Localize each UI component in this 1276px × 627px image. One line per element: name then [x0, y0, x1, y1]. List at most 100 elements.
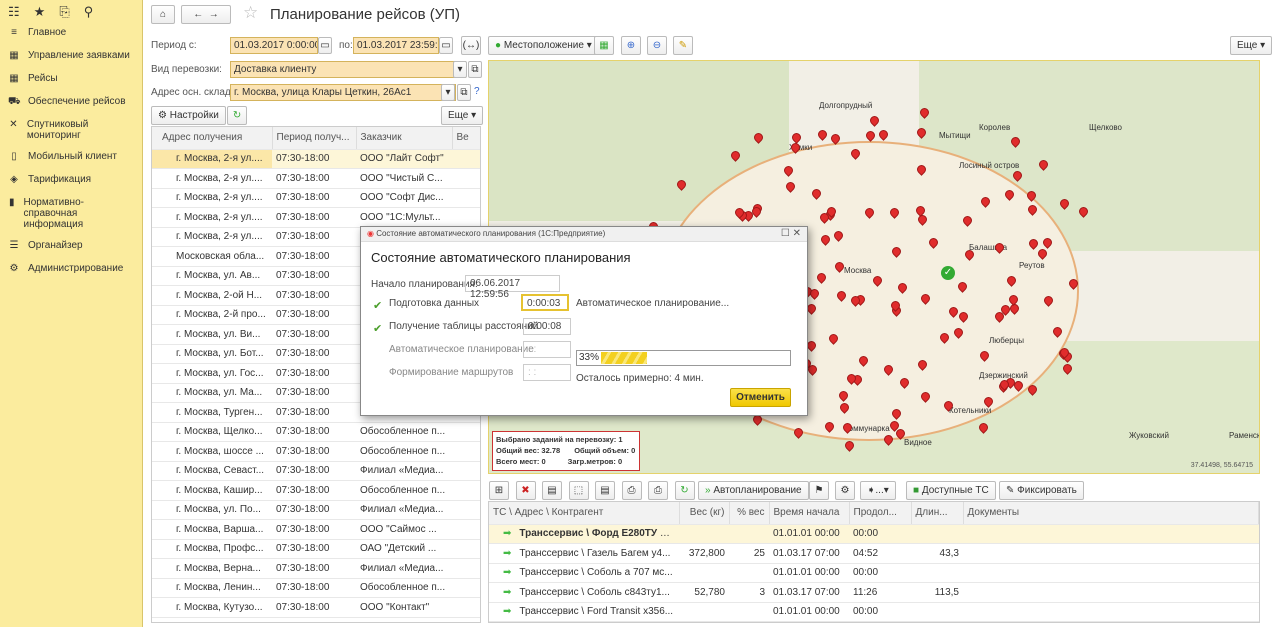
- map-pin-icon[interactable]: [815, 128, 829, 141]
- doc2-button[interactable]: ⎙: [648, 481, 668, 500]
- doc-button[interactable]: ⎙: [621, 481, 642, 500]
- table-row[interactable]: ➡ Транссервис \ Соболь а 707 мс... 01.01.0…: [489, 563, 1259, 583]
- table-row[interactable]: г. Москва, ул. По... 07:30-18:00 Филиал «М…: [152, 500, 480, 520]
- refresh-button[interactable]: ↻: [674, 481, 695, 500]
- select-button[interactable]: ⬚: [568, 481, 589, 500]
- sidebar-item[interactable]: ⛟ Обеспечение рейсов: [0, 91, 142, 114]
- map-pin-icon[interactable]: [867, 114, 881, 128]
- column-header[interactable]: Продол...: [849, 502, 912, 525]
- sidebar-item[interactable]: ▮ Нормативно-справочная информация: [0, 192, 142, 235]
- nav-back-forward[interactable]: ← →: [181, 5, 231, 24]
- star-icon[interactable]: ★: [34, 4, 46, 19]
- calculator-button[interactable]: ▤: [542, 481, 562, 500]
- sidebar-item[interactable]: ≡ Главное: [0, 22, 142, 45]
- sidebar-item[interactable]: ▦ Управление заявками: [0, 45, 142, 68]
- sidebar: ☷ ★ ⎘ ⚲ ≡ Главное ▦ Управление заявками ▦ Рейсы ⛟…: [0, 0, 143, 627]
- table-row[interactable]: г. Москва, 2-я ул.... 07:30-18:00 ООО "Соф…: [152, 188, 480, 208]
- period-to-field[interactable]: 01.03.2017 23:59:59: [353, 37, 439, 54]
- table-row[interactable]: г. Москва, Щелко... 07:30-18:00 Обособленн…: [152, 422, 480, 442]
- table-row[interactable]: г. Москва, 2-я ул.... 07:30-18:00 ООО "Чис…: [152, 168, 480, 189]
- table-row[interactable]: г. Москва, 2-я ул.... 07:30-18:00 ООО "1С:…: [152, 207, 480, 228]
- map-layer-icon[interactable]: ▦: [594, 36, 614, 55]
- column-header[interactable]: Адрес получения: [152, 127, 273, 150]
- home-button[interactable]: ⌂: [151, 5, 175, 24]
- add-button[interactable]: ⊞: [489, 481, 509, 500]
- column-header[interactable]: Длин...: [911, 502, 964, 525]
- map-more-button[interactable]: Еще ▾: [1230, 36, 1273, 55]
- options-dropdown[interactable]: ➧ ... ▾: [860, 481, 896, 500]
- sidebar-item[interactable]: ☰ Органайзер: [0, 235, 142, 258]
- table-row[interactable]: г. Москва, шоссе ... 07:30-18:00 Обособлен…: [152, 441, 480, 462]
- column-header[interactable]: % вес: [729, 502, 770, 525]
- route-icon[interactable]: ⚑: [809, 481, 829, 500]
- table-row[interactable]: ➡ Транссервис \ Газель Багем у4... 372,800…: [489, 543, 1259, 564]
- table-cell: 25: [729, 543, 769, 564]
- ruler-icon[interactable]: ✎: [673, 36, 693, 55]
- more-button[interactable]: Еще ▾: [441, 106, 484, 125]
- column-header[interactable]: Заказчик: [356, 127, 453, 150]
- map-label: Раменское: [1229, 431, 1259, 440]
- table-row[interactable]: ➡ Транссервис \ Соболь с843ту1... 52,780 3 0…: [489, 582, 1259, 603]
- zoom-in-icon[interactable]: ⊕: [621, 36, 641, 55]
- column-header[interactable]: ТС \ Адрес \ Контрагент: [489, 502, 680, 525]
- favorite-star-icon[interactable]: ☆: [243, 3, 258, 23]
- period-from-field[interactable]: 01.03.2017 0:00:00: [230, 37, 318, 54]
- calendar-icon[interactable]: ▭: [318, 37, 332, 54]
- chevron-down-icon[interactable]: ▾: [453, 61, 467, 78]
- period-select-button[interactable]: (↔): [461, 36, 481, 55]
- autoplan-button[interactable]: » Автопланирование: [698, 481, 809, 500]
- table-cell: [729, 563, 769, 583]
- map-pin-icon[interactable]: [877, 127, 891, 141]
- sidebar-item[interactable]: ◈ Тарификация: [0, 169, 142, 192]
- gear-icon[interactable]: ⚙: [835, 481, 855, 500]
- sidebar-item[interactable]: ✕ Спутниковый мониторинг: [0, 114, 142, 146]
- sidebar-item[interactable]: ▯ Мобильный клиент: [0, 146, 142, 169]
- column-header[interactable]: Время начала: [769, 502, 850, 525]
- open-icon[interactable]: ⧉: [468, 61, 482, 78]
- map-pin-icon[interactable]: [864, 129, 877, 142]
- help-link[interactable]: ?: [474, 86, 480, 97]
- open-icon[interactable]: ⧉: [457, 84, 471, 101]
- table-row[interactable]: г. Москва, Кутузо... 07:30-18:00 ООО "Конт…: [152, 597, 480, 618]
- history-icon[interactable]: ⎘: [59, 4, 69, 19]
- column-header[interactable]: Период получ...: [272, 127, 357, 150]
- close-icon[interactable]: ✕: [793, 228, 801, 239]
- search-icon[interactable]: ⚲: [84, 4, 94, 19]
- doc-icon: ⎙: [627, 485, 636, 496]
- sidebar-item[interactable]: ⚙ Администрирование: [0, 258, 142, 281]
- settings-button[interactable]: ⚙ Настройки: [151, 106, 226, 125]
- warehouse-field[interactable]: г. Москва, улица Клары Цеткин, 26Ас1: [230, 84, 456, 101]
- delete-button[interactable]: ✖: [515, 481, 536, 500]
- table-cell: 01.03.17 07:00: [769, 543, 849, 564]
- column-header[interactable]: Документы: [963, 502, 1259, 525]
- map-label: Котельники: [949, 406, 992, 415]
- fix-button[interactable]: ✎ Фиксировать: [999, 481, 1084, 500]
- location-dropdown[interactable]: ● Местоположение ▾: [488, 36, 599, 55]
- table-row[interactable]: г. Москва, Севаст... 07:30-18:00 Филиал «М…: [152, 461, 480, 481]
- table-row[interactable]: г. Москва, Профс... 07:30-18:00 ОАО "Детск…: [152, 539, 480, 559]
- cancel-button[interactable]: Отменить: [730, 388, 791, 407]
- table-row[interactable]: г. Москва, Варша... 07:30-18:00 ООО "Саймо…: [152, 519, 480, 540]
- table-row[interactable]: г. Москва, Верна... 07:30-18:00 Филиал «Ме…: [152, 558, 480, 579]
- table-row[interactable]: г. Москва, 2-я ул.... 07:30-18:00 ООО "Лай…: [152, 149, 480, 169]
- available-vehicles-button[interactable]: ■ Доступные ТС: [906, 481, 996, 500]
- calendar-icon[interactable]: ▭: [439, 37, 453, 54]
- map-pin-icon[interactable]: [789, 130, 803, 144]
- column-header[interactable]: Ве: [452, 127, 480, 150]
- table-cell: [911, 602, 963, 622]
- apps-icon[interactable]: ☷: [8, 4, 20, 19]
- table-row[interactable]: ➡ Транссервис \ Форд Е280ТУ Ро... 01.01.01…: [489, 524, 1259, 544]
- transport-field[interactable]: Доставка клиенту: [230, 61, 466, 78]
- chevron-down-icon[interactable]: ▾: [441, 84, 455, 101]
- maximize-icon[interactable]: ☐: [781, 228, 790, 239]
- sidebar-item[interactable]: ▦ Рейсы: [0, 68, 142, 91]
- list-button[interactable]: ▤: [595, 481, 615, 500]
- zoom-out-icon[interactable]: ⊖: [647, 36, 667, 55]
- table-row[interactable]: ➡ Транссервис \ Ford Transit х356... 01.01…: [489, 602, 1259, 622]
- refresh-button[interactable]: ↻: [227, 106, 247, 125]
- table-row[interactable]: г. Москва, Кашир... 07:30-18:00 Обособленн…: [152, 480, 480, 501]
- sidebar-item-label: Администрирование: [28, 263, 124, 274]
- table-row[interactable]: г. Москва, Ленин... 07:30-18:00 Обособленн…: [152, 578, 480, 598]
- table-cell: г. Москва, Ленин...: [152, 578, 272, 598]
- column-header[interactable]: Вес (кг): [679, 502, 730, 525]
